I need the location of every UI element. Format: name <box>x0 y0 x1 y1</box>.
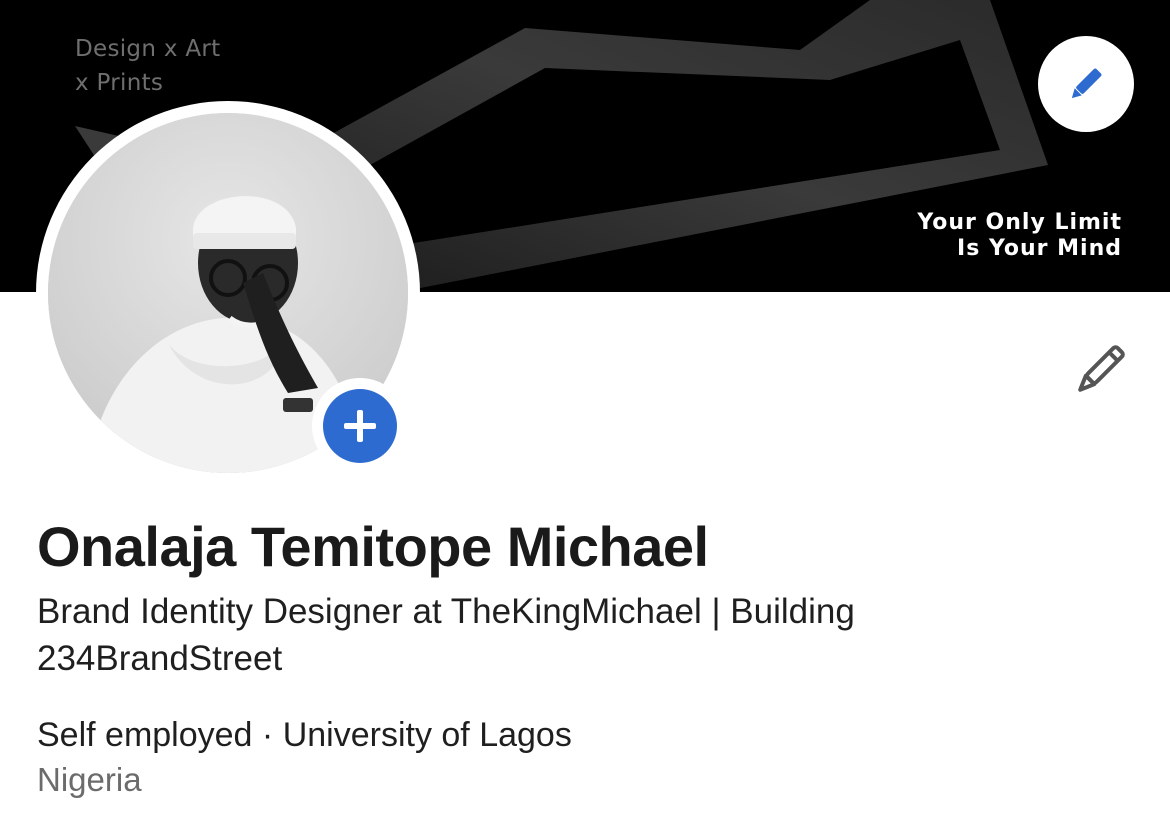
banner-motto-line1: Your Only Limit <box>917 210 1122 235</box>
banner-motto-line2: Is Your Mind <box>957 236 1122 261</box>
pencil-icon <box>1078 345 1125 392</box>
pencil-icon <box>1071 68 1102 99</box>
banner-tagline-line2: x Prints <box>75 70 164 96</box>
profile-headline: Brand Identity Designer at TheKingMichae… <box>37 592 855 678</box>
banner-tagline: Design x Art x Prints <box>75 32 220 100</box>
profile-location: Nigeria <box>37 761 142 798</box>
plus-icon <box>344 410 376 442</box>
employment-text: Self employed <box>37 716 253 754</box>
banner-motto: Your Only Limit Is Your Mind <box>917 210 1122 262</box>
education-link[interactable]: University of Lagos <box>283 716 572 754</box>
add-photo-button[interactable] <box>312 378 408 474</box>
meta-separator: · <box>261 716 274 754</box>
banner-tagline-line1: Design x Art <box>75 36 221 62</box>
add-photo-circle <box>323 389 397 463</box>
profile-meta: Self employed · University of Lagos <box>37 716 572 755</box>
edit-banner-button[interactable] <box>1038 36 1134 132</box>
profile-name: Onalaja Temitope Michael <box>37 515 709 578</box>
edit-profile-button[interactable] <box>1060 330 1140 410</box>
